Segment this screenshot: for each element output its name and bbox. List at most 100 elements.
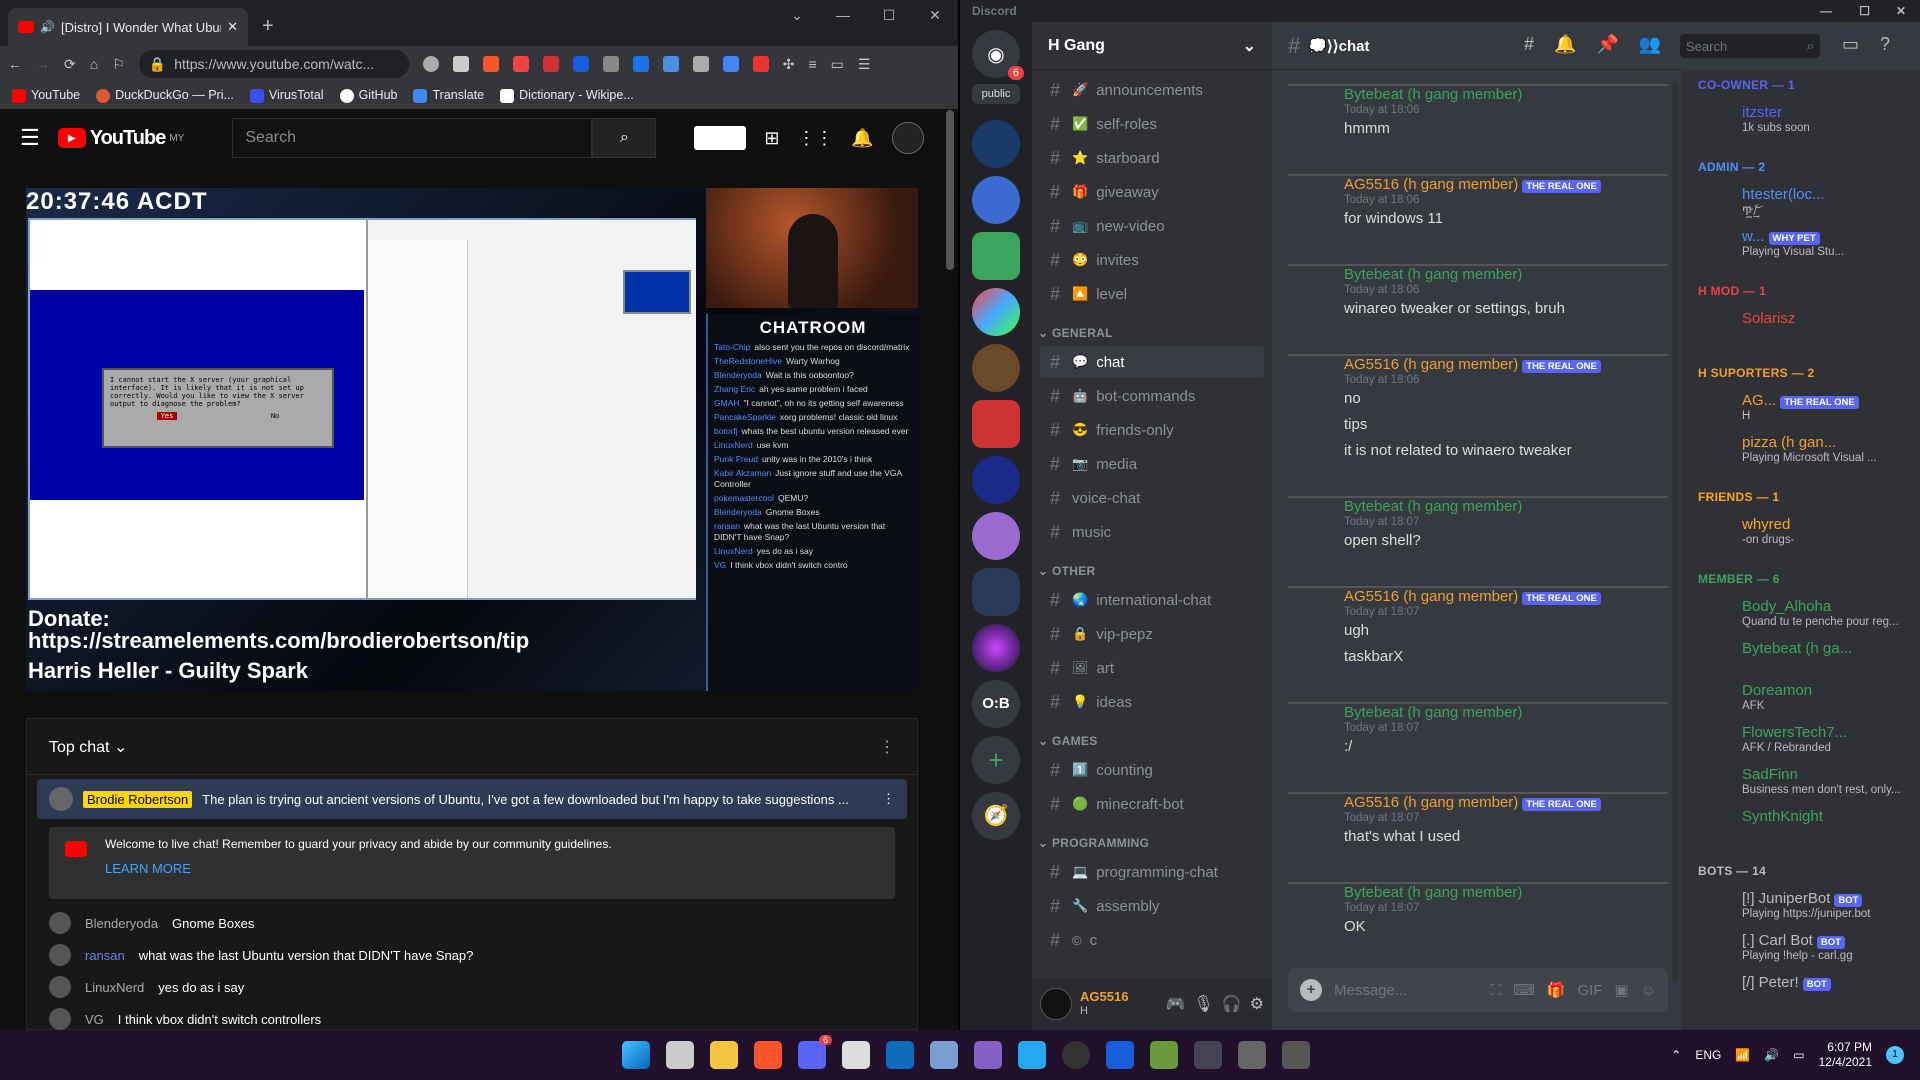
server-icon[interactable] [972, 120, 1020, 168]
discord-home-icon[interactable]: ◉ 6 [972, 30, 1024, 80]
category-other[interactable]: ⌄ OTHER [1038, 564, 1096, 578]
channel-friends-only[interactable]: # 😎 friends-only [1040, 414, 1264, 446]
category-games[interactable]: ⌄ GAMES [1038, 734, 1098, 748]
channel-vip-pepz[interactable]: # 🔒 vip-pepz [1040, 618, 1264, 650]
app-icon[interactable] [1282, 1041, 1310, 1069]
file-explorer-icon[interactable] [710, 1041, 738, 1069]
member-item[interactable]: SynthKnight [1698, 802, 1908, 846]
bookmark-virustotal[interactable]: VirusTotal [249, 88, 324, 103]
top-chat-dropdown[interactable]: Top chat ⌄ [49, 737, 127, 757]
message-author[interactable]: AG5516 (h gang member) [1344, 176, 1518, 193]
url-field[interactable]: 🔒 https://www.youtube.com/watc... [138, 50, 409, 78]
category-general[interactable]: ⌄ GENERAL [1038, 326, 1113, 340]
sticker-icon[interactable]: ▣ [1614, 981, 1628, 999]
brave-icon[interactable] [754, 1041, 782, 1069]
create-video-icon[interactable]: ⊞ [764, 128, 779, 149]
message-author[interactable]: AG5516 (h gang member) [1344, 794, 1518, 811]
speaker-icon[interactable]: 🔊 [40, 20, 55, 34]
explore-icon[interactable]: 🧭 [972, 792, 1020, 840]
channel-self-roles[interactable]: # ✅ self-roles [1040, 108, 1264, 140]
home-icon[interactable]: ⌂ [90, 56, 98, 72]
threads-icon[interactable]: # [1524, 34, 1534, 55]
maximize-icon[interactable]: ☐ [1859, 4, 1870, 18]
channel-bot-commands[interactable]: # 🤖 bot-commands [1040, 380, 1264, 412]
dialog-no-button[interactable]: No [271, 412, 279, 420]
member-item[interactable]: AG... THE REAL ONE H [1698, 386, 1908, 430]
wallet-icon[interactable]: ▭ [831, 56, 844, 73]
emoji-icon[interactable]: ☺ [1641, 982, 1656, 999]
channel-minecraft-bot[interactable]: # 🟢 minecraft-bot [1040, 788, 1264, 820]
message-author[interactable]: AG5516 (h gang member) [1344, 356, 1518, 373]
channel-media[interactable]: # 📷 media [1040, 448, 1264, 480]
message-author[interactable]: AG5516 (h gang member) [1344, 588, 1518, 605]
gift-icon[interactable]: 🎁 [1547, 981, 1566, 999]
server-icon[interactable] [972, 176, 1020, 224]
pin-icon[interactable]: 📌 [1596, 34, 1618, 55]
member-item[interactable]: Bytebeat (h ga... [1698, 634, 1908, 678]
extension-icon[interactable] [602, 56, 619, 72]
extension-icon[interactable] [632, 56, 649, 72]
channel-music[interactable]: # music [1040, 516, 1264, 548]
server-icon[interactable] [972, 512, 1020, 560]
server-icon[interactable] [972, 288, 1020, 336]
outlook-icon[interactable] [886, 1041, 914, 1069]
inbox-icon[interactable]: ▭ [1842, 34, 1859, 55]
clock[interactable]: 6:07 PM 12/4/2021 [1819, 1040, 1872, 1070]
channel-ideas[interactable]: # 💡 ideas [1040, 686, 1264, 718]
gamepad-icon[interactable]: 🎮 [1166, 994, 1186, 1014]
microphone-icon[interactable]: 🎙 [1193, 994, 1213, 1014]
add-attachment-icon[interactable]: + [1300, 979, 1322, 1001]
more-options-icon[interactable]: ⋮ [879, 737, 895, 757]
member-item[interactable]: Doreamon AFK [1698, 676, 1908, 720]
bookmark-translate[interactable]: Translate [413, 88, 484, 103]
channel-new-video[interactable]: # 📺 new-video [1040, 210, 1264, 242]
message-author[interactable]: Bytebeat (h gang member) [1344, 884, 1522, 901]
back-icon[interactable]: ← [8, 56, 22, 72]
apps-grid-icon[interactable]: ⋮⋮ [797, 128, 833, 149]
extension-icon[interactable] [752, 56, 769, 72]
new-tab-icon[interactable]: + [262, 15, 274, 38]
dialog-yes-button[interactable]: Yes [156, 412, 178, 420]
app-icon[interactable] [1238, 1041, 1266, 1069]
gif-icon[interactable]: GIF [1577, 982, 1602, 999]
message-author[interactable]: Bytebeat (h gang member) [1344, 704, 1522, 721]
youtube-logo[interactable]: ▶ YouTube MY [57, 127, 184, 150]
server-header[interactable]: H Gang ⌄ [1032, 22, 1272, 70]
channel-assembly[interactable]: # 🔧 assembly [1040, 890, 1264, 922]
headphones-icon[interactable]: 🎧 [1222, 994, 1242, 1014]
chevron-up-icon[interactable]: ⌃ [1671, 1048, 1681, 1062]
server-icon[interactable] [972, 232, 1020, 280]
member-item[interactable]: Solarisz [1698, 304, 1908, 348]
bitwarden-icon[interactable] [1106, 1041, 1134, 1069]
bookmark-github[interactable]: GitHub [339, 88, 397, 103]
channel-counting[interactable]: #1️⃣ counting [1040, 754, 1264, 786]
tab-youtube[interactable]: 🔊 [Distro] I Wonder What Ubunt ✕ [8, 8, 248, 46]
video-player[interactable]: 20:37:46 ACDT I cannot start the X serve… [26, 188, 918, 691]
bell-icon[interactable]: 🔔 [851, 128, 873, 149]
member-item[interactable]: htester(loc... Ͳ̵̛̲ ̸̠͝ ͙̘̈́ [1698, 180, 1908, 224]
virtualbox-icon[interactable] [930, 1041, 958, 1069]
avatar[interactable] [1040, 988, 1072, 1020]
wifi-icon[interactable]: 📶 [1735, 1048, 1750, 1062]
app-icon[interactable] [1194, 1041, 1222, 1069]
hamburger-icon[interactable]: ☰ [20, 125, 40, 151]
visual-studio-icon[interactable] [974, 1041, 1002, 1069]
scrollbar[interactable] [946, 110, 954, 270]
member-item[interactable]: itzster 1k subs soon [1698, 98, 1908, 142]
youtube-search-input[interactable]: Search [232, 118, 593, 158]
translate-icon[interactable]: ⛶ [1491, 982, 1502, 999]
bookmark-duckduckgo[interactable]: DuckDuckGo — Pri... [96, 88, 234, 103]
extension-icon[interactable] [542, 56, 559, 72]
brave-shield-icon[interactable] [482, 56, 499, 72]
start-icon[interactable] [622, 1041, 650, 1069]
bitwarden-icon[interactable] [572, 56, 589, 72]
reading-list-icon[interactable]: ≡ [809, 56, 817, 72]
extension-icon[interactable] [452, 56, 469, 72]
message-input[interactable]: + Message... ⛶ ⌨ 🎁 GIF ▣ ☺ [1288, 968, 1668, 1012]
store-icon[interactable] [842, 1041, 870, 1069]
extension-icon[interactable] [422, 56, 439, 72]
close-window-icon[interactable]: ✕ [1896, 4, 1906, 18]
pin-options-icon[interactable]: ⋮ [882, 791, 895, 807]
server-icon[interactable]: O:B [972, 680, 1020, 728]
vscode-icon[interactable] [1018, 1041, 1046, 1069]
